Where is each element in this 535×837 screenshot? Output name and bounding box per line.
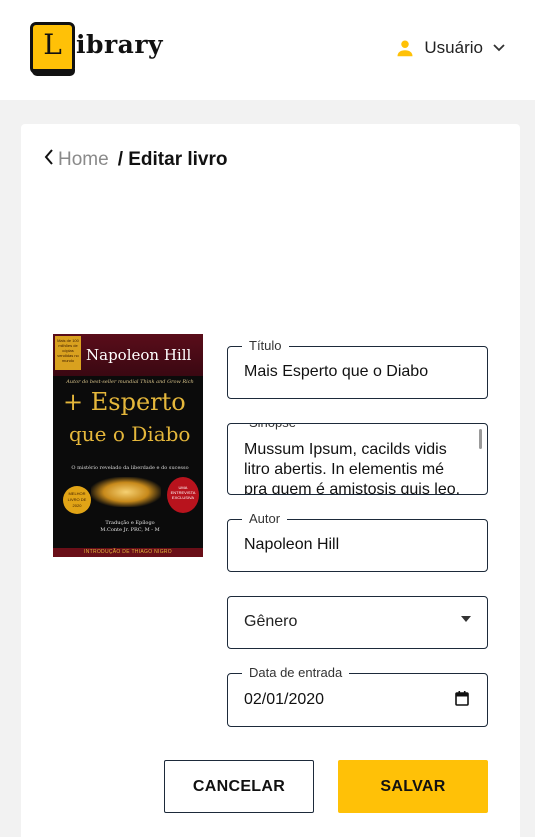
logo-text: ibrary (76, 30, 164, 59)
cover-open-book-art (91, 477, 161, 507)
user-label: Usuário (424, 38, 483, 57)
top-bar: L ibrary Usuário (0, 0, 535, 100)
cover-title-line1: + Esperto (63, 388, 186, 416)
edit-book-card: Home / Editar livro Mais de 100 milhões … (21, 124, 520, 837)
cover-seal: MELHOR LIVRO DE 2020 (63, 486, 91, 514)
genre-select[interactable]: Gênero (227, 596, 488, 649)
cover-red-badge: UMA ENTREVISTA EXCLUSIVA (167, 477, 199, 513)
breadcrumb-current-label: Editar livro (128, 149, 228, 170)
title-field-value[interactable]: Mais Esperto que o Diabo (244, 363, 428, 381)
cancel-button[interactable]: CANCELAR (164, 760, 314, 813)
cover-tagline: Autor do best-seller mundial Think and G… (66, 379, 194, 385)
synopsis-scrollbar[interactable] (479, 429, 482, 449)
cover-sales-badge: Mais de 100 milhões de cópias vendidas n… (55, 336, 81, 370)
logo-book-icon: L (30, 22, 75, 76)
entry-date-value[interactable]: 02/01/2020 (244, 691, 324, 709)
breadcrumb-current: / Editar livro (118, 149, 228, 171)
book-cover-image: Mais de 100 milhões de cópias vendidas n… (53, 334, 203, 557)
synopsis-field-value[interactable]: Mussum Ipsum, cacilds vidis litro aberti… (244, 440, 466, 494)
dropdown-arrow-icon (461, 616, 471, 622)
breadcrumb-separator: / (117, 149, 123, 170)
title-field[interactable]: Título Mais Esperto que o Diabo (227, 338, 488, 399)
title-field-label: Título (242, 338, 289, 354)
cover-intro-band: INTRODUÇÃO DE THIAGO NIGRO (53, 548, 203, 557)
synopsis-field[interactable]: Sinopse Mussum Ipsum, cacilds vidis litr… (227, 423, 488, 495)
chevron-down-icon (493, 44, 505, 52)
author-field[interactable]: Autor Napoleon Hill (227, 511, 488, 572)
user-menu[interactable]: Usuário (396, 38, 505, 58)
cover-subtitle: O mistério revelado da liberdade e do su… (71, 465, 189, 471)
author-field-label: Autor (242, 511, 288, 527)
author-field-value[interactable]: Napoleon Hill (244, 536, 339, 554)
breadcrumb: Home / Editar livro (44, 149, 228, 171)
cover-title-line2: que o Diabo (69, 422, 191, 446)
genre-select-placeholder: Gênero (244, 613, 298, 630)
save-button[interactable]: SALVAR (338, 760, 488, 813)
chevron-left-icon[interactable] (44, 149, 54, 171)
synopsis-field-label: Sinopse (242, 424, 303, 431)
cover-translation: Tradução e Epílogo M.Conte Jr. PRC, M - … (100, 520, 160, 533)
breadcrumb-home-link[interactable]: Home (58, 149, 109, 171)
entry-date-label: Data de entrada (242, 665, 350, 681)
library-logo[interactable]: L ibrary (30, 22, 163, 76)
user-icon (396, 39, 414, 57)
cover-author: Napoleon Hill (86, 346, 192, 364)
entry-date-field[interactable]: Data de entrada 02/01/2020 (227, 665, 488, 727)
calendar-icon[interactable] (455, 691, 469, 711)
